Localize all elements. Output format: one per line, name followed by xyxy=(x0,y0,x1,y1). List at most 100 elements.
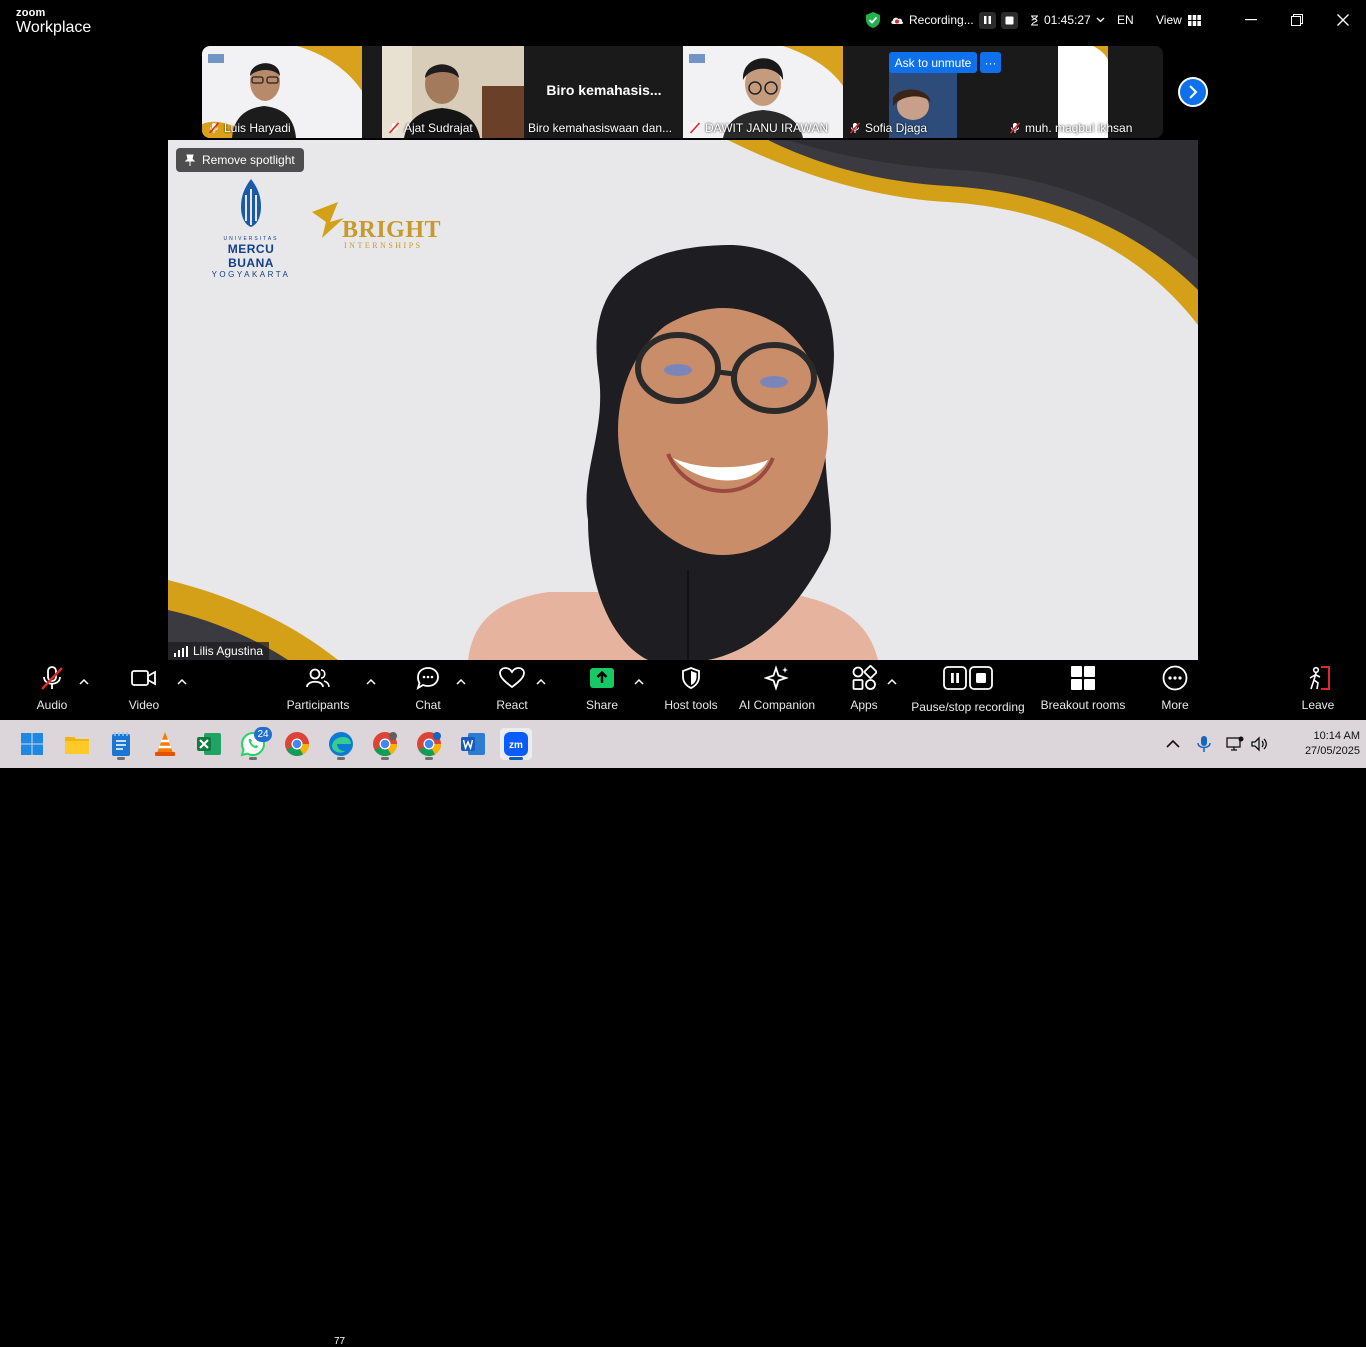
tile-more-options-button[interactable]: ··· xyxy=(980,52,1001,73)
video-button[interactable]: Video xyxy=(122,662,166,718)
word-app[interactable] xyxy=(457,728,489,760)
participant-tile[interactable]: muh. maqbul ikhsan xyxy=(1003,46,1163,138)
pause-stop-recording-icon xyxy=(943,666,993,690)
network-icon[interactable] xyxy=(1226,735,1244,753)
brand-bottom: Workplace xyxy=(16,19,92,36)
view-button[interactable]: View xyxy=(1156,0,1201,40)
microphone-muted-icon xyxy=(388,122,400,134)
participant-tile[interactable]: DAWIT JANU IRAWAN xyxy=(683,46,843,138)
show-hidden-icons-chevron-icon[interactable] xyxy=(1164,735,1182,753)
chat-icon xyxy=(416,667,439,690)
audio-label: Audio xyxy=(36,698,68,712)
hourglass-icon xyxy=(1031,15,1038,25)
audio-button[interactable]: Audio xyxy=(30,662,74,718)
minimize-icon xyxy=(1245,19,1257,21)
clock-date: 27/05/2025 xyxy=(1304,745,1360,757)
shield-icon xyxy=(682,667,700,689)
participant-tile[interactable]: Luis Haryadi xyxy=(202,46,362,138)
minimize-button[interactable] xyxy=(1241,10,1261,30)
chrome-profile-app[interactable] xyxy=(369,728,401,760)
excel-icon xyxy=(197,733,221,755)
participant-name-tag: Sofia Djaga xyxy=(849,121,927,135)
participant-display-name: Biro kemahasis... xyxy=(546,82,662,98)
apps-button[interactable]: Apps xyxy=(842,662,886,718)
language-selector[interactable]: EN xyxy=(1117,0,1134,40)
host-tools-label: Host tools xyxy=(664,698,718,712)
react-options-chevron-icon[interactable] xyxy=(536,678,546,686)
participants-icon xyxy=(306,668,330,688)
video-options-chevron-icon[interactable] xyxy=(177,678,187,686)
vlc-app[interactable] xyxy=(149,728,181,760)
leave-button[interactable]: Leave xyxy=(1296,662,1340,718)
chrome-app[interactable] xyxy=(281,728,313,760)
timer-value: 01:45:27 xyxy=(1044,13,1091,27)
more-label: More xyxy=(1161,698,1189,712)
microphone-muted-icon xyxy=(41,666,63,690)
participant-name: Biro kemahasiswaan dan... xyxy=(528,121,673,135)
share-screen-icon xyxy=(590,668,614,688)
volume-icon[interactable] xyxy=(1250,735,1268,753)
view-label: View xyxy=(1156,13,1182,27)
close-button[interactable] xyxy=(1333,10,1353,30)
vlc-cone-icon xyxy=(155,732,175,756)
react-label: React xyxy=(496,698,528,712)
video-camera-icon xyxy=(131,670,156,686)
chat-label: Chat xyxy=(415,698,441,712)
notepad-app[interactable] xyxy=(105,728,137,760)
next-page-button[interactable] xyxy=(1178,77,1208,107)
logo-bright-line1: BRIGHT xyxy=(342,217,442,243)
edge-app[interactable] xyxy=(325,728,357,760)
zoom-app[interactable]: zm xyxy=(500,728,532,760)
chrome-profile-app[interactable] xyxy=(413,728,445,760)
edge-icon xyxy=(329,732,353,756)
university-logo: UNIVERSITAS MERCU BUANA YOGYAKARTA xyxy=(203,177,299,279)
host-tools-button[interactable]: Host tools xyxy=(658,662,724,718)
system-clock[interactable]: 10:14 AM 27/05/2025 xyxy=(1280,729,1360,759)
microphone-muted-icon xyxy=(689,122,701,134)
pause-icon xyxy=(983,16,991,24)
meeting-timer[interactable]: 01:45:27 xyxy=(1030,0,1105,40)
signal-strength-icon xyxy=(174,645,188,657)
apps-label: Apps xyxy=(850,698,878,712)
participants-count: 77 xyxy=(334,1336,346,1347)
participants-options-chevron-icon[interactable] xyxy=(366,678,376,686)
start-button[interactable] xyxy=(16,728,48,760)
grid-view-icon xyxy=(1187,14,1201,26)
chat-options-chevron-icon[interactable] xyxy=(456,678,466,686)
whatsapp-unread-badge: 24 xyxy=(254,727,272,742)
chrome-icon xyxy=(373,732,397,757)
chrome-icon xyxy=(417,732,441,757)
participants-button[interactable]: Participants xyxy=(286,662,350,718)
stop-recording-button[interactable] xyxy=(1000,11,1018,29)
folder-icon xyxy=(65,737,89,754)
participant-name-tag: muh. maqbul ikhsan xyxy=(1009,121,1132,135)
participant-name: Sofia Djaga xyxy=(865,121,928,135)
ask-to-unmute-button[interactable]: Ask to unmute xyxy=(889,52,977,73)
ai-companion-button[interactable]: AI Companion xyxy=(734,662,820,718)
excel-app[interactable] xyxy=(193,728,225,760)
apps-icon xyxy=(852,665,877,690)
remove-spotlight-button[interactable]: Remove spotlight xyxy=(176,148,304,172)
restore-button[interactable] xyxy=(1287,10,1307,30)
apps-options-chevron-icon[interactable] xyxy=(887,678,897,686)
share-button[interactable]: Share xyxy=(580,662,624,718)
microphone-tray-icon[interactable] xyxy=(1195,735,1213,753)
participant-name: muh. maqbul ikhsan xyxy=(1025,121,1133,135)
breakout-rooms-button[interactable]: Breakout rooms xyxy=(1040,662,1126,718)
participant-name: Ajat Sudrajat xyxy=(404,121,473,135)
participant-tile[interactable]: Biro kemahasis... Biro kemahasiswaan dan… xyxy=(524,46,684,138)
share-options-chevron-icon[interactable] xyxy=(634,678,644,686)
more-button[interactable]: More xyxy=(1153,662,1197,718)
audio-options-chevron-icon[interactable] xyxy=(79,678,89,686)
react-button[interactable]: React xyxy=(490,662,534,718)
recording-label: Recording... xyxy=(909,13,974,27)
participant-tile[interactable]: Ajat Sudrajat xyxy=(382,46,542,138)
chat-button[interactable]: Chat xyxy=(406,662,450,718)
security-shield-icon[interactable] xyxy=(864,11,882,29)
windows-logo-icon xyxy=(21,733,43,755)
file-explorer-app[interactable] xyxy=(61,728,93,760)
pause-stop-recording-button[interactable]: Pause/stop recording xyxy=(910,662,1026,718)
participant-name: Luis Haryadi xyxy=(224,121,291,135)
pause-recording-button[interactable] xyxy=(978,11,996,29)
meeting-controls-bar: Audio Video Participants 77 Chat React S… xyxy=(0,662,1366,1347)
